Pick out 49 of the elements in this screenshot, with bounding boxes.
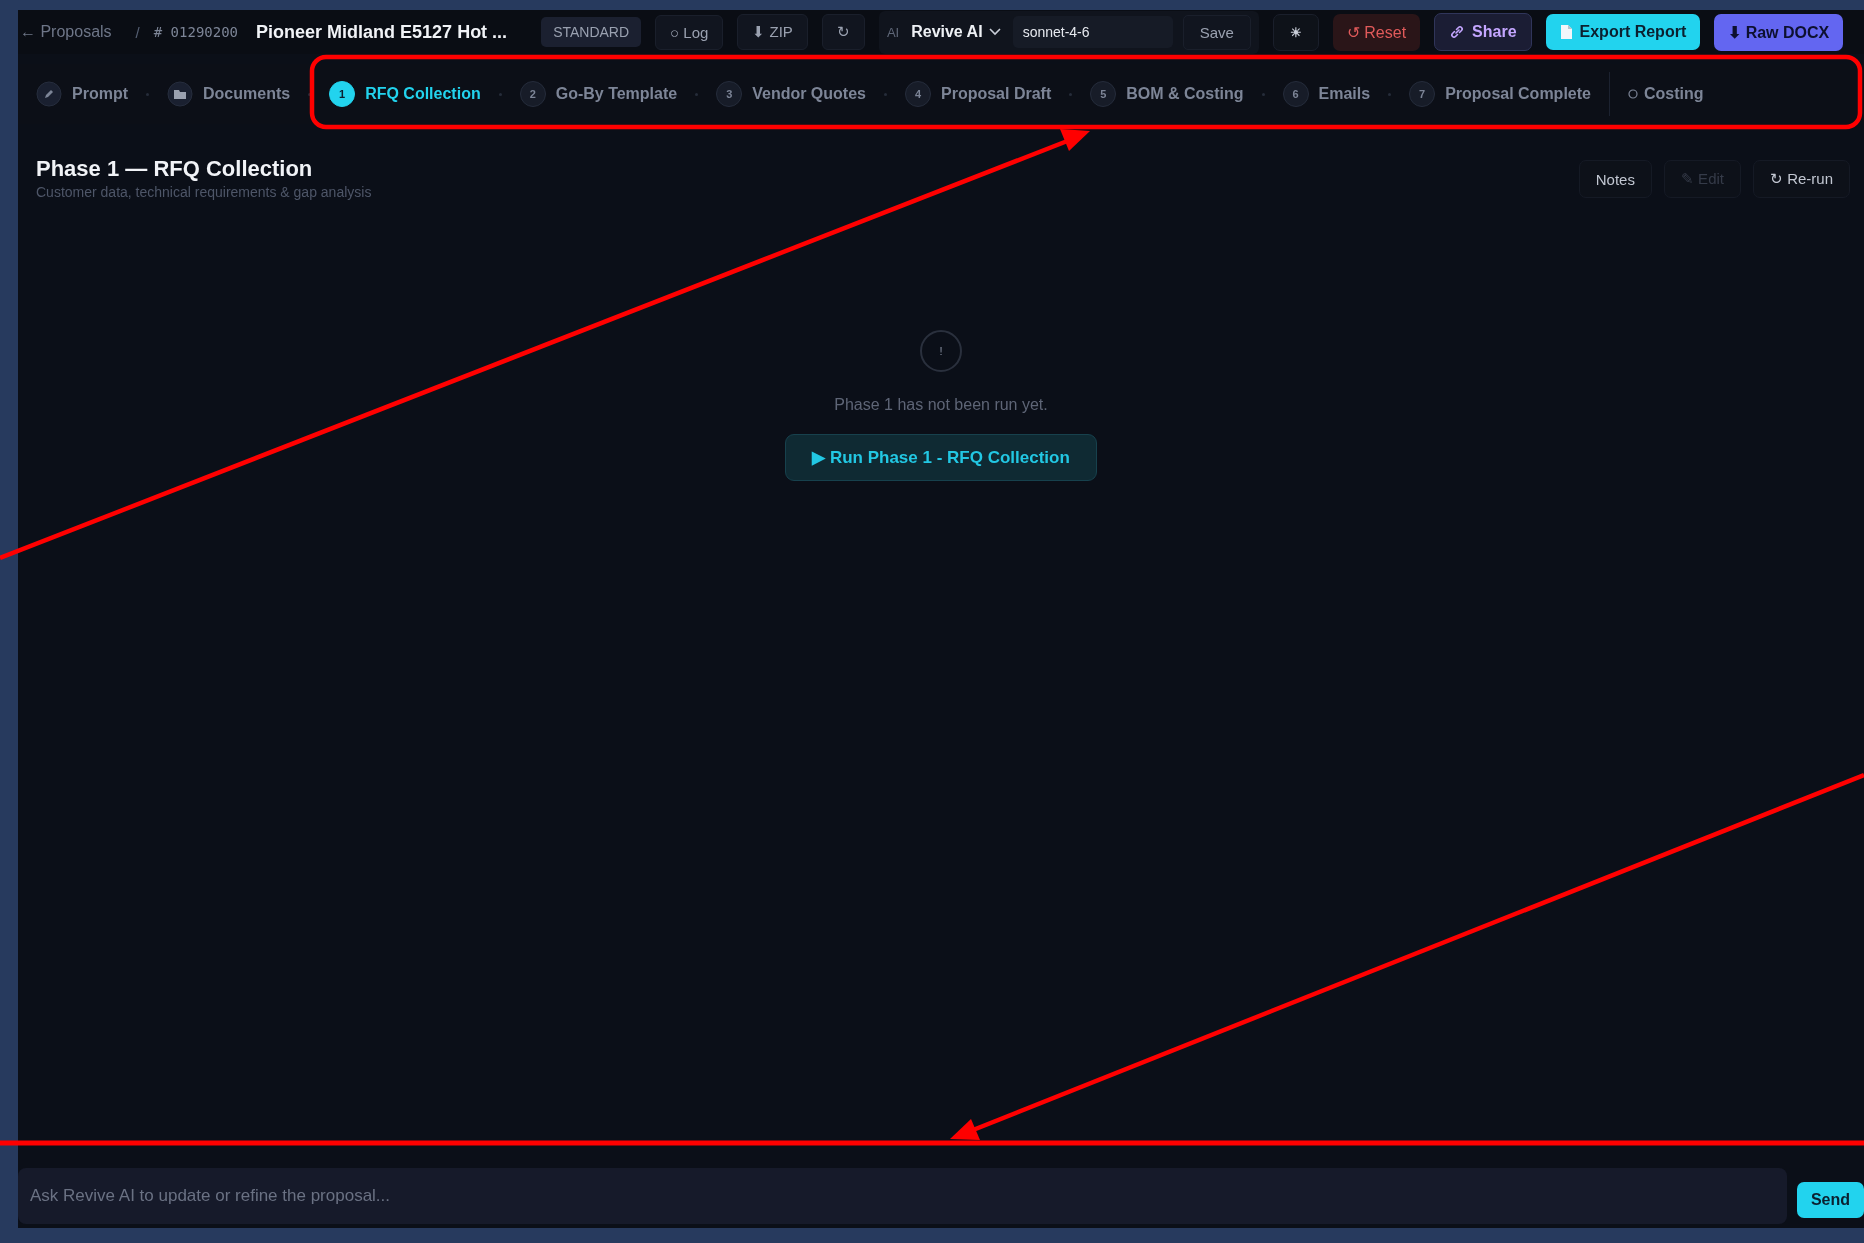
- phase-tab[interactable]: 5 BOM & Costing: [1086, 75, 1248, 113]
- theme-toggle-button[interactable]: ☀: [1272, 13, 1319, 51]
- phase-tab[interactable]: 7 Proposal Complete: [1405, 75, 1595, 113]
- pencil-icon: [36, 81, 62, 107]
- step-number: 5: [1090, 81, 1117, 107]
- breadcrumb-separator: /: [135, 23, 140, 41]
- raw-docx-button[interactable]: ⬇ Raw DOCX: [1714, 13, 1844, 51]
- link-icon: [1449, 24, 1466, 40]
- phase-action-button[interactable]: ↻ Re-run: [1752, 160, 1850, 198]
- chevron-down-icon: [988, 28, 1001, 36]
- step-number: 2: [519, 81, 546, 107]
- share-button[interactable]: Share: [1434, 13, 1532, 51]
- export-report-button[interactable]: Export Report: [1545, 14, 1701, 50]
- model-field[interactable]: sonnet-4-6: [1012, 16, 1173, 48]
- phase-title: Phase 1 — RFQ Collection: [36, 156, 314, 182]
- reset-button[interactable]: ↺ Reset: [1332, 13, 1421, 51]
- back-link[interactable]: ← Proposals: [20, 23, 112, 41]
- proposal-id: # 01290200: [153, 24, 239, 40]
- proposal-title: Pioneer Midland E5127 Hot ...: [256, 21, 508, 43]
- phase-tab[interactable]: 2 Go-By Template: [515, 75, 682, 113]
- send-button[interactable]: Send: [1796, 1182, 1864, 1218]
- phase-tab[interactable]: Documents: [163, 75, 295, 113]
- step-number: 6: [1282, 81, 1309, 107]
- phase-tab[interactable]: 6 Emails: [1278, 75, 1375, 113]
- toolbar-button[interactable]: ↻: [821, 14, 865, 50]
- step-number: 3: [716, 81, 743, 107]
- step-number: 4: [905, 81, 931, 107]
- document-icon: [1559, 24, 1573, 40]
- step-number: 1: [329, 81, 356, 107]
- phase-tab[interactable]: 3 Vendor Quotes: [712, 75, 870, 113]
- phase-tab[interactable]: Prompt: [32, 75, 132, 113]
- phase-tab[interactable]: Costing: [1623, 79, 1708, 109]
- phase-action-button[interactable]: Notes: [1578, 160, 1652, 198]
- save-button[interactable]: Save: [1182, 14, 1251, 50]
- chat-input[interactable]: Ask Revive AI to update or refine the proposal...: [18, 1168, 1787, 1224]
- provider-dropdown[interactable]: Revive AI: [909, 19, 1003, 45]
- phase-tab[interactable]: 4 Proposal Draft: [901, 75, 1056, 113]
- phase-subtitle: Customer data, technical requirements & gap analysis: [36, 184, 372, 200]
- toolbar-button[interactable]: ○ Log: [655, 14, 724, 50]
- toolbar-button[interactable]: ⬇ ZIP: [737, 14, 808, 50]
- circle-icon: [1627, 89, 1638, 99]
- empty-message: Phase 1 has not been run yet.: [834, 396, 1048, 414]
- folder-icon: [167, 81, 193, 107]
- run-phase-button[interactable]: ▶ Run Phase 1 - RFQ Collection: [785, 434, 1097, 481]
- ai-label: AI: [886, 24, 900, 40]
- step-number: 7: [1409, 81, 1436, 107]
- phase-tab[interactable]: 1 RFQ Collection: [325, 75, 485, 113]
- tier-badge: STANDARD: [541, 17, 642, 47]
- alert-icon: !: [920, 330, 962, 372]
